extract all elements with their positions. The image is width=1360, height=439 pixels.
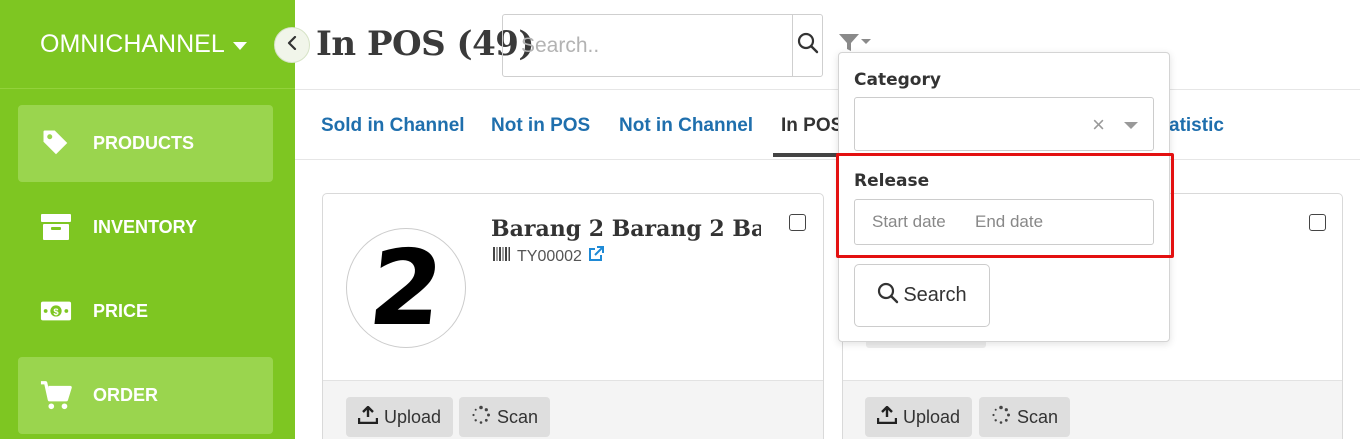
caret-down-icon bbox=[232, 41, 247, 50]
scan-label: Scan bbox=[497, 406, 539, 427]
clear-icon[interactable]: × bbox=[1092, 112, 1105, 138]
filter-search-button[interactable]: Search bbox=[854, 264, 990, 327]
product-card: 2 Barang 2 Barang 2 Ba... TY00002 Upload… bbox=[322, 193, 824, 439]
select-checkbox[interactable] bbox=[789, 214, 806, 231]
sidebar-item-inventory[interactable]: INVENTORY bbox=[18, 189, 273, 266]
tab-not-in-channel[interactable]: Not in Channel bbox=[619, 115, 753, 137]
scan-button[interactable]: Scan bbox=[979, 397, 1071, 437]
upload-icon bbox=[876, 404, 898, 429]
search-button[interactable] bbox=[792, 15, 822, 76]
sidebar-item-products[interactable]: PRODUCTS bbox=[18, 105, 273, 182]
brand-menu[interactable]: OMNICHANNEL bbox=[40, 30, 247, 59]
sidebar-item-price[interactable]: $ PRICE bbox=[18, 273, 273, 350]
release-highlight-box bbox=[836, 153, 1174, 258]
product-title[interactable]: Barang 2 Barang 2 Ba... bbox=[491, 216, 761, 242]
search-input[interactable] bbox=[503, 15, 792, 76]
product-thumbnail-glyph: 2 bbox=[363, 228, 449, 348]
app: OMNICHANNEL PRODUCTS INVENTORY $ PRICE O… bbox=[0, 0, 1360, 439]
money-bill-icon: $ bbox=[40, 295, 72, 327]
upload-button[interactable]: Upload bbox=[346, 397, 454, 437]
active-tab-indicator bbox=[773, 153, 843, 157]
upload-button[interactable]: Upload bbox=[865, 397, 973, 437]
shopping-cart-icon bbox=[40, 379, 72, 411]
category-select[interactable]: × bbox=[854, 97, 1154, 151]
select-checkbox[interactable] bbox=[1309, 214, 1326, 231]
sidebar-item-label: PRODUCTS bbox=[93, 133, 195, 153]
collapse-sidebar-button[interactable] bbox=[274, 27, 310, 63]
product-thumbnail: 2 bbox=[346, 228, 466, 348]
filter-search-label: Search bbox=[903, 284, 967, 306]
spinner-icon bbox=[991, 405, 1011, 430]
sidebar-item-label: ORDER bbox=[93, 385, 159, 405]
search-icon bbox=[797, 32, 819, 59]
search-icon bbox=[877, 282, 899, 310]
tab-sold-in-channel[interactable]: Sold in Channel bbox=[321, 115, 465, 137]
spinner-icon bbox=[471, 405, 491, 430]
sidebar-item-order[interactable]: ORDER bbox=[18, 357, 273, 434]
scan-button[interactable]: Scan bbox=[459, 397, 551, 437]
upload-label: Upload bbox=[903, 406, 961, 427]
upload-icon bbox=[357, 404, 379, 429]
scan-label: Scan bbox=[1017, 406, 1059, 427]
search-box bbox=[502, 14, 823, 77]
external-link-icon[interactable] bbox=[588, 246, 604, 267]
svg-text:$: $ bbox=[53, 306, 59, 317]
tabs-divider bbox=[295, 159, 1360, 160]
tab-not-in-pos[interactable]: Not in POS bbox=[491, 115, 590, 137]
brand-label: OMNICHANNEL bbox=[40, 30, 225, 58]
sku-text: TY00002 bbox=[517, 247, 582, 265]
upload-label: Upload bbox=[384, 406, 442, 427]
tab-in-pos[interactable]: In POS bbox=[781, 115, 843, 137]
caret-down-icon bbox=[860, 33, 872, 51]
sidebar-item-label: INVENTORY bbox=[93, 217, 198, 237]
dropdown-arrow-icon[interactable] bbox=[1124, 122, 1138, 129]
sidebar-item-label: PRICE bbox=[93, 301, 149, 321]
category-label: Category bbox=[854, 70, 941, 90]
tag-icon bbox=[40, 127, 72, 159]
barcode-icon bbox=[493, 247, 511, 266]
sidebar-divider bbox=[0, 88, 295, 89]
sidebar: OMNICHANNEL PRODUCTS INVENTORY $ PRICE O… bbox=[0, 0, 295, 439]
header-divider bbox=[295, 89, 1360, 90]
product-sku: TY00002 bbox=[493, 246, 604, 267]
chevron-left-icon bbox=[286, 35, 298, 55]
archive-box-icon bbox=[40, 211, 72, 243]
